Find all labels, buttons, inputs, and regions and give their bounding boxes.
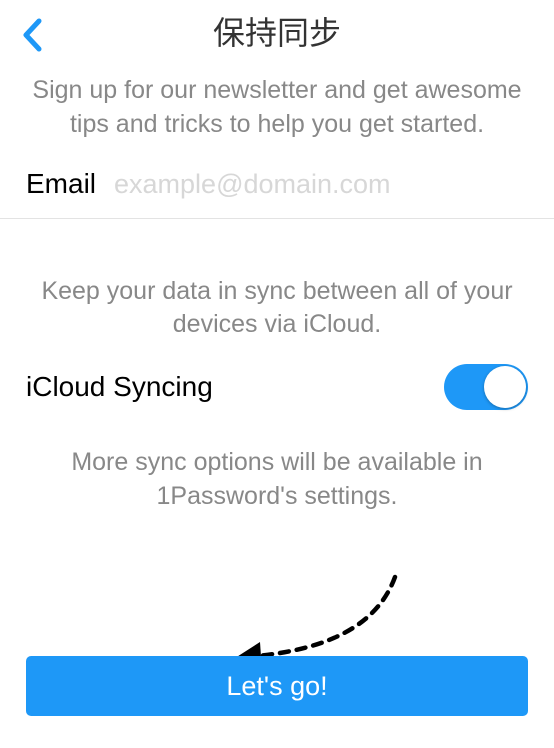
newsletter-subtitle: Sign up for our newsletter and get aweso… bbox=[0, 60, 554, 162]
toggle-knob bbox=[484, 366, 526, 408]
sync-description: Keep your data in sync between all of yo… bbox=[0, 219, 554, 365]
lets-go-button[interactable]: Let's go! bbox=[26, 656, 528, 716]
email-row: Email bbox=[0, 162, 554, 219]
email-input[interactable] bbox=[114, 169, 528, 200]
header: 保持同步 bbox=[0, 0, 554, 60]
icloud-sync-row: iCloud Syncing bbox=[0, 364, 554, 410]
icloud-sync-toggle[interactable] bbox=[444, 364, 528, 410]
icloud-sync-label: iCloud Syncing bbox=[26, 371, 213, 403]
more-sync-text: More sync options will be available in 1… bbox=[0, 410, 554, 514]
page-title: 保持同步 bbox=[0, 8, 554, 54]
email-label: Email bbox=[26, 168, 96, 200]
